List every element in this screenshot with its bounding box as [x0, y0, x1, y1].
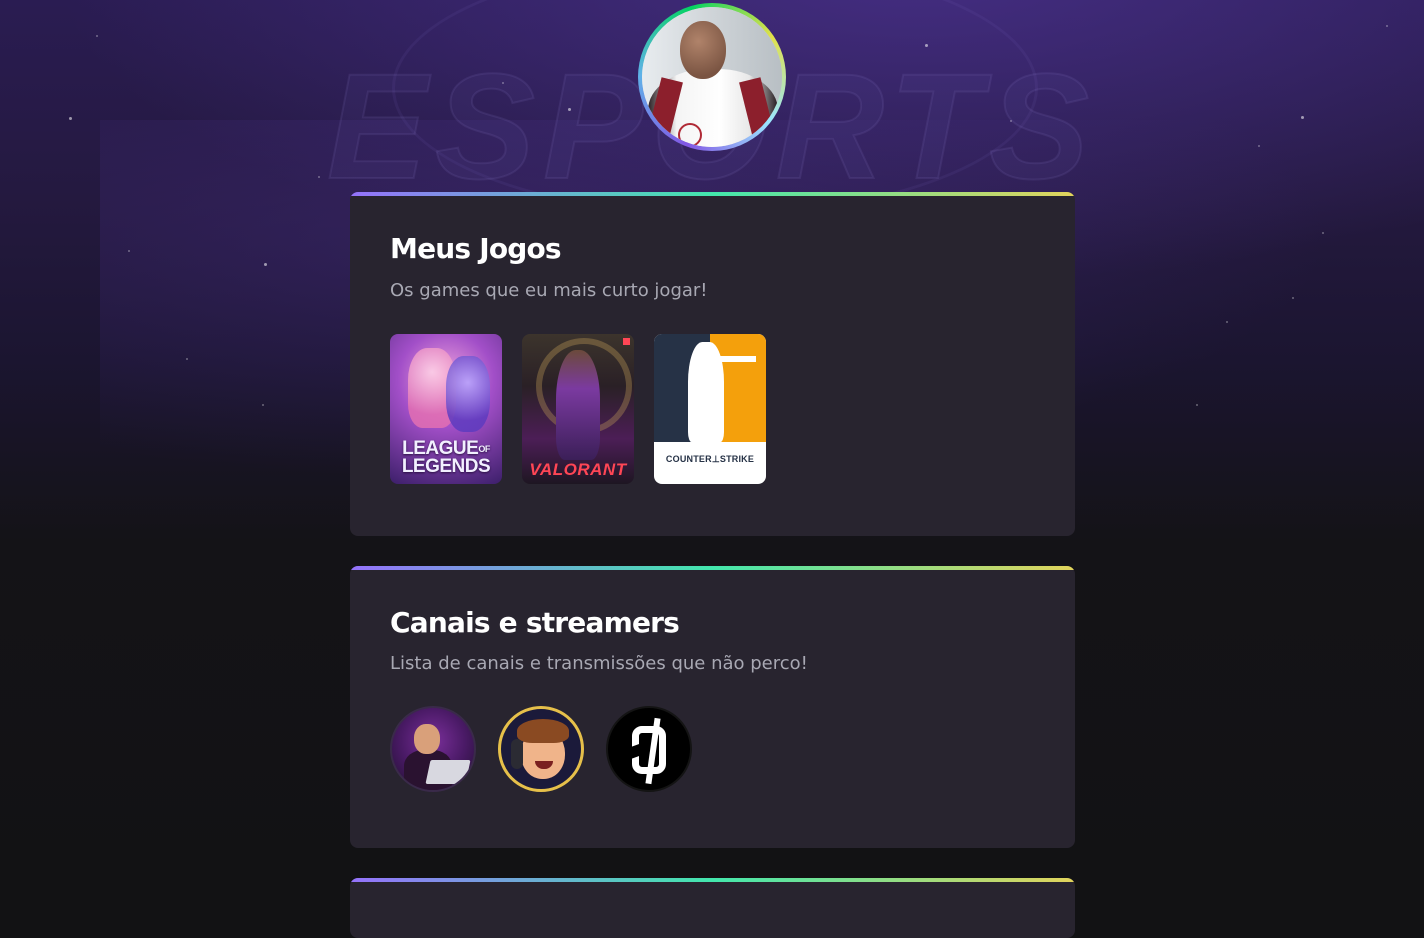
games-subtitle: Os games que eu mais curto jogar! [390, 280, 708, 301]
lol-logo-line2: LEGENDS [401, 456, 491, 477]
game-counter-strike[interactable]: COUNTER⊥STRIKE [654, 334, 766, 484]
star [1010, 120, 1012, 122]
photo-shirt-logo [678, 123, 702, 147]
star [262, 404, 264, 406]
star [1322, 232, 1324, 234]
game-league-of-legends[interactable]: LEAGUEOF LEGENDS [390, 334, 502, 484]
channels-subtitle: Lista de canais e transmissões que não p… [390, 653, 808, 674]
channel-avatar-streamer-1[interactable] [390, 706, 476, 792]
headset-icon [511, 739, 523, 769]
channel-avatar-streamer-2[interactable] [498, 706, 584, 792]
profile-avatar [638, 3, 786, 151]
star [568, 108, 571, 111]
star [318, 176, 320, 178]
channel-avatar-streamer-3[interactable] [606, 706, 692, 792]
lol-logo-of: OF [478, 444, 490, 454]
star [1196, 404, 1198, 406]
games-title: Meus Jogos [390, 232, 562, 265]
star [264, 263, 267, 266]
valorant-art [556, 350, 600, 460]
valorant-badge-icon [623, 338, 630, 345]
game-valorant[interactable]: VALORANT [522, 334, 634, 484]
valorant-logo: VALORANT [529, 460, 627, 479]
channels-title: Canais e streamers [390, 606, 680, 639]
cs-logo: COUNTER⊥STRIKE [665, 454, 755, 464]
star [96, 35, 98, 37]
star [925, 44, 928, 47]
streamer-face [414, 724, 440, 754]
games-list: LEAGUEOF LEGENDS VALORANT COUNTER⊥STRIKE [390, 334, 766, 484]
star [1292, 297, 1294, 299]
laptop-icon [425, 760, 471, 784]
profile-photo [642, 7, 782, 147]
games-card: Meus Jogos Os games que eu mais curto jo… [350, 192, 1075, 536]
star [69, 117, 72, 120]
star [1386, 25, 1388, 27]
star [502, 82, 504, 84]
star [1258, 145, 1260, 147]
channels-list [390, 706, 692, 792]
photo-head [680, 21, 726, 79]
star [1301, 116, 1304, 119]
lol-logo: LEAGUEOF LEGENDS [390, 439, 502, 477]
lol-art [446, 356, 490, 432]
star [128, 250, 130, 252]
star [1226, 321, 1228, 323]
rifle-icon [712, 356, 756, 362]
cartoon-hair [517, 719, 569, 743]
star [186, 358, 188, 360]
third-card [350, 878, 1075, 938]
channels-card: Canais e streamers Lista de canais e tra… [350, 566, 1075, 848]
